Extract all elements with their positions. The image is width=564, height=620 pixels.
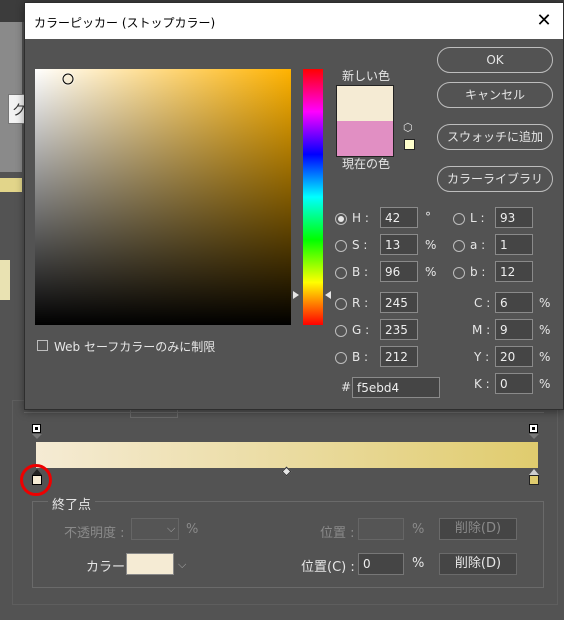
background-document-swatch-2: [0, 260, 10, 300]
radio-a[interactable]: [453, 240, 465, 252]
label-b: B :: [352, 265, 369, 279]
dialog-title: カラーピッカー (ストップカラー): [34, 16, 216, 30]
color-field-cursor[interactable]: [62, 73, 74, 85]
new-color-label: 新しい色: [341, 69, 390, 83]
stop-color-chevron-icon[interactable]: ⌵: [178, 558, 186, 572]
opacity-unit: %: [186, 522, 199, 537]
unit-y: %: [539, 350, 551, 364]
radio-rgb-b[interactable]: [335, 352, 347, 364]
label-h: H :: [352, 211, 369, 225]
hex-label: #: [341, 380, 352, 394]
opacity-label: 不透明度 :: [64, 526, 125, 541]
field-k[interactable]: 0: [495, 373, 533, 394]
label-rgb-b: B :: [352, 350, 369, 364]
opacity-location-field: [358, 518, 404, 540]
close-icon[interactable]: ✕: [533, 10, 555, 32]
divider: [24, 412, 544, 413]
unit-h: °: [425, 210, 431, 224]
current-color-swatch[interactable]: [336, 121, 394, 157]
web-safe-cube-icon[interactable]: ⬡: [403, 121, 417, 135]
unit-b: %: [425, 265, 437, 279]
dialog-titlebar[interactable]: カラーピッカー (ストップカラー) ✕: [25, 3, 563, 39]
field-y[interactable]: 20: [495, 346, 533, 367]
field-g[interactable]: 235: [380, 319, 418, 340]
hue-slider-arrow-left-icon[interactable]: [293, 291, 299, 300]
radio-b[interactable]: [335, 267, 347, 279]
opacity-stop-left[interactable]: [32, 424, 42, 440]
location-label: 位置(C) :: [301, 560, 355, 575]
label-g: G :: [352, 323, 370, 337]
opacity-stop-right[interactable]: [529, 424, 539, 440]
radio-l[interactable]: [453, 213, 465, 225]
opacity-delete-button: 削除(D): [439, 518, 517, 540]
hue-slider-arrow-right-icon[interactable]: [325, 291, 331, 300]
field-lab-b[interactable]: 12: [495, 261, 533, 282]
opacity-location-label: 位置 :: [320, 526, 355, 541]
background-document-swatch: [0, 178, 22, 192]
label-a: a :: [470, 238, 486, 252]
radio-g[interactable]: [335, 325, 347, 337]
field-h[interactable]: 42: [380, 207, 418, 228]
field-m[interactable]: 9: [495, 319, 533, 340]
cancel-button[interactable]: キャンセル: [437, 82, 553, 108]
field-r[interactable]: 245: [380, 292, 418, 313]
radio-lab-b[interactable]: [453, 267, 465, 279]
new-color-swatch: [336, 85, 394, 121]
label-l: L :: [470, 211, 485, 225]
highlight-circle-annotation: [20, 464, 52, 496]
field-c[interactable]: 6: [495, 292, 533, 313]
unit-s: %: [425, 238, 437, 252]
field-b[interactable]: 96: [380, 261, 418, 282]
delete-stop-button[interactable]: 削除(D): [439, 553, 517, 575]
hue-slider[interactable]: [303, 69, 323, 325]
label-s: S :: [352, 238, 368, 252]
label-k: K :: [474, 377, 490, 391]
web-only-label: Web セーフカラーのみに制限: [54, 340, 216, 354]
opacity-location-unit: %: [412, 522, 425, 537]
color-picker-dialog: カラーピッカー (ストップカラー) ✕ 新しい色 現在の色 ⬡ OK キャンセル…: [24, 2, 564, 410]
label-m: M :: [472, 323, 491, 337]
color-stop-right-swatch: [529, 475, 539, 485]
opacity-dropdown-chevron-icon: ⌵: [167, 522, 176, 535]
saturation-brightness-field[interactable]: [35, 69, 291, 325]
label-lab-b: b :: [470, 265, 486, 279]
field-a[interactable]: 1: [495, 234, 533, 255]
web-safe-color-swatch[interactable]: [404, 139, 415, 150]
add-to-swatches-button[interactable]: スウォッチに追加: [437, 124, 553, 150]
location-unit: %: [412, 556, 425, 571]
ok-button[interactable]: OK: [437, 47, 553, 73]
field-rgb-b[interactable]: 212: [380, 346, 418, 367]
unit-k: %: [539, 377, 551, 391]
label-r: R :: [352, 296, 369, 310]
unit-c: %: [539, 296, 551, 310]
unit-m: %: [539, 323, 551, 337]
radio-s[interactable]: [335, 240, 347, 252]
current-color-label: 現在の色: [341, 157, 390, 171]
stop-color-swatch[interactable]: [126, 553, 174, 575]
hex-field[interactable]: f5ebd4: [352, 377, 440, 398]
label-c: C :: [474, 296, 491, 310]
color-stop-right[interactable]: [529, 469, 539, 487]
location-field[interactable]: 0: [358, 553, 404, 575]
field-s[interactable]: 13: [380, 234, 418, 255]
field-l[interactable]: 93: [495, 207, 533, 228]
web-only-checkbox[interactable]: [37, 340, 48, 351]
radio-r[interactable]: [335, 298, 347, 310]
stops-group-legend: 終了点: [48, 494, 96, 513]
gradient-preview-bar[interactable]: [36, 442, 538, 468]
color-libraries-button[interactable]: カラーライブラリ: [437, 166, 553, 192]
radio-h[interactable]: [335, 213, 347, 225]
label-y: Y :: [474, 350, 490, 364]
